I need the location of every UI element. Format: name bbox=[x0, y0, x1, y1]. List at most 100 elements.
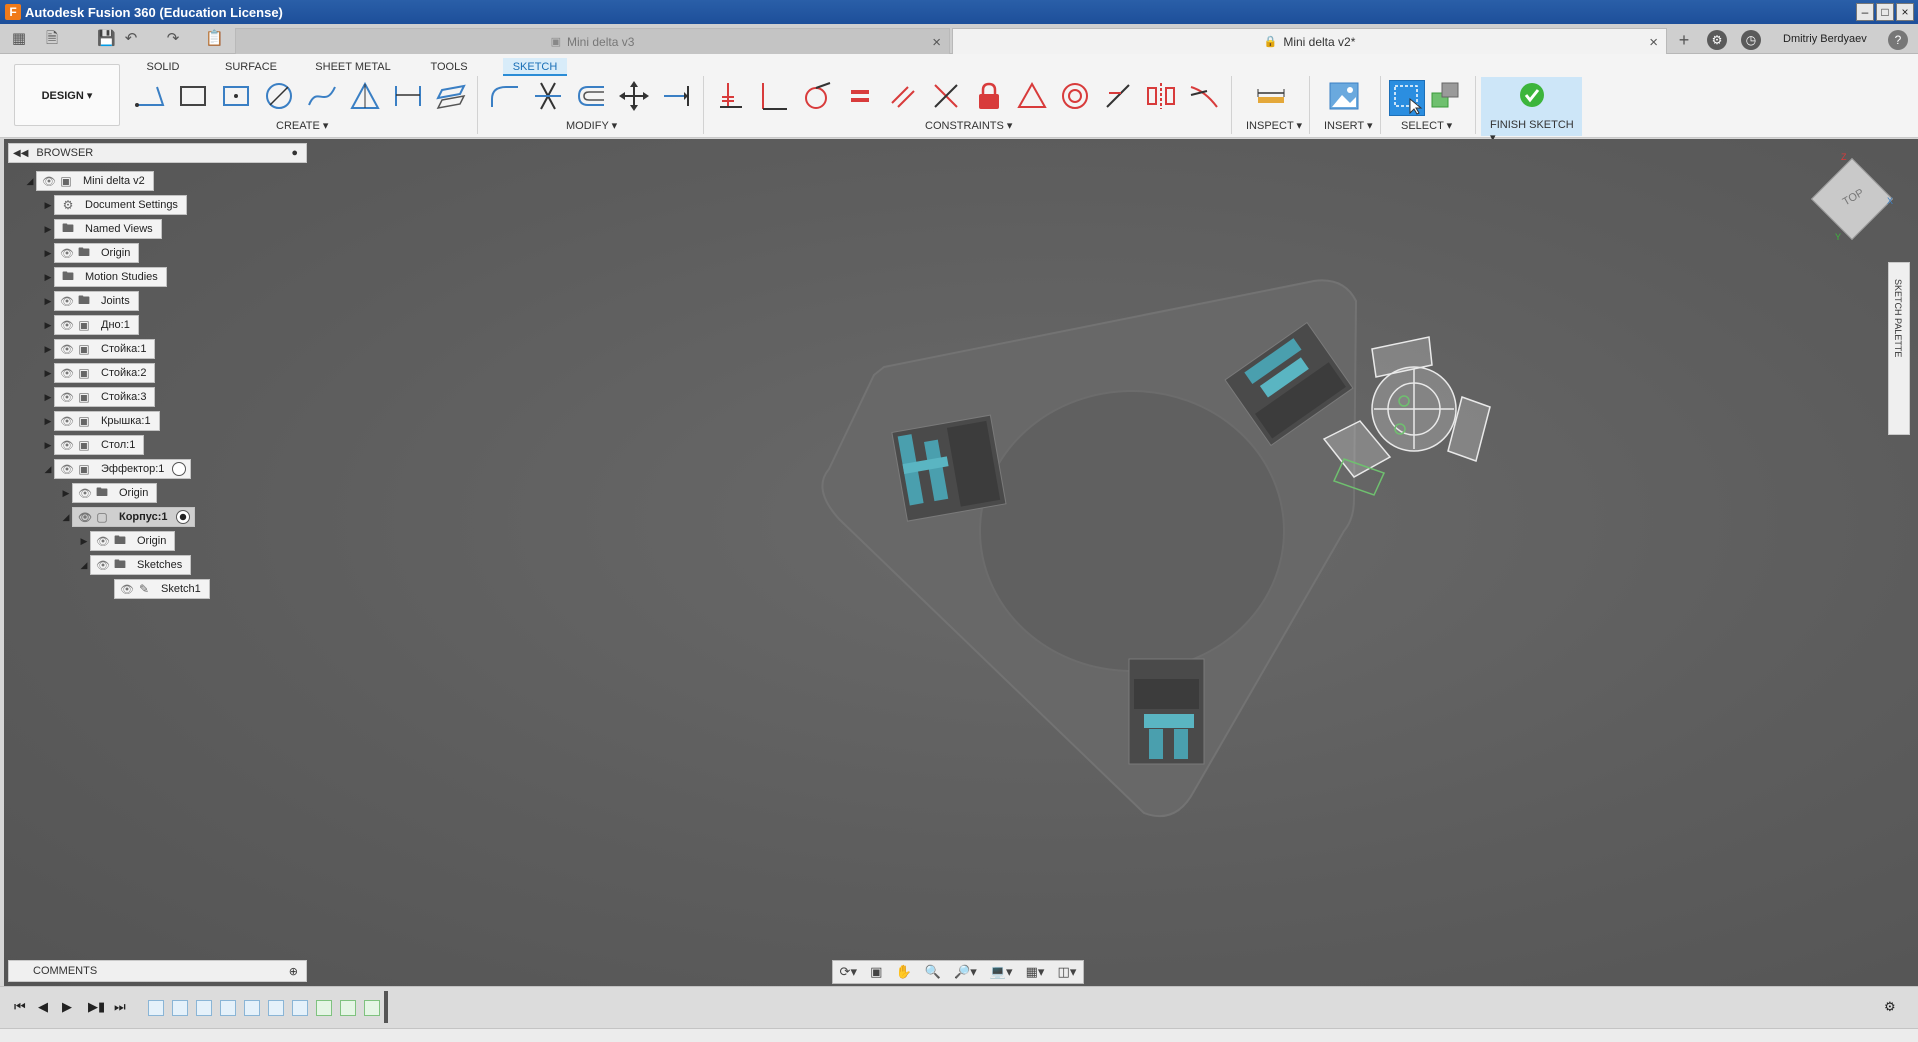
modify-group-label[interactable]: MODIFY ▾ bbox=[566, 119, 617, 132]
eye-icon[interactable]: 👁 bbox=[119, 583, 135, 596]
grid-settings-icon[interactable]: ▦▾ bbox=[1026, 964, 1045, 980]
tree-node-stoyka-1[interactable]: ▶ 👁 ▣ Стойка:1 bbox=[42, 339, 156, 359]
sketch-palette-tab[interactable]: SKETCH PALETTE bbox=[1888, 262, 1910, 435]
tree-node-kryshka[interactable]: ▶ 👁 ▣ Крышка:1 bbox=[42, 411, 160, 431]
curvature-icon[interactable] bbox=[1188, 81, 1220, 111]
step-back-icon[interactable]: ◀ bbox=[38, 999, 48, 1015]
tree-node-korpus[interactable]: ◢ 👁 ▢ Корпус:1 bbox=[60, 507, 195, 527]
move-icon[interactable] bbox=[618, 81, 650, 111]
symmetry-icon[interactable] bbox=[1145, 81, 1177, 111]
close-tab-icon[interactable]: × bbox=[1649, 34, 1658, 51]
fix-lock-icon[interactable] bbox=[973, 81, 1005, 111]
user-name[interactable]: Dmitriy Berdyaev bbox=[1783, 33, 1867, 45]
circle-icon[interactable] bbox=[263, 81, 295, 111]
insert-group-label[interactable]: INSERT ▾ bbox=[1324, 119, 1373, 132]
tree-node-effektor-origin[interactable]: ▶ 👁 🖿 Origin bbox=[60, 483, 158, 503]
measure-icon[interactable] bbox=[1255, 81, 1287, 111]
tab-sketch[interactable]: SKETCH bbox=[503, 58, 567, 76]
eye-icon[interactable]: 👁 bbox=[59, 247, 75, 260]
project-icon[interactable] bbox=[435, 81, 467, 111]
tab-tools[interactable]: TOOLS bbox=[427, 58, 471, 76]
close-tab-icon[interactable]: × bbox=[932, 34, 941, 51]
expand-arrow-icon[interactable]: ▶ bbox=[60, 487, 72, 499]
eye-icon[interactable]: 👁 bbox=[59, 463, 75, 476]
canvas-viewport[interactable] bbox=[4, 139, 1918, 987]
tab-sheet-metal[interactable]: SHEET METAL bbox=[314, 58, 392, 76]
collapse-arrow-icon[interactable]: ◢ bbox=[78, 559, 90, 571]
polygon-icon[interactable] bbox=[349, 81, 381, 111]
tree-node-sketches[interactable]: ◢ 👁 🖿 Sketches bbox=[78, 555, 192, 575]
rectangle-icon[interactable] bbox=[177, 81, 209, 111]
timeline-feature[interactable] bbox=[196, 1000, 212, 1016]
display-settings-icon[interactable]: 💻▾ bbox=[990, 964, 1013, 980]
add-comment-icon[interactable]: ⊕ bbox=[289, 965, 298, 978]
expand-arrow-icon[interactable]: ▶ bbox=[42, 271, 54, 283]
redo-icon[interactable]: ↷ bbox=[164, 30, 182, 48]
collapse-panel-icon[interactable]: ◀◀ bbox=[13, 148, 28, 159]
expand-arrow-icon[interactable]: ▶ bbox=[42, 343, 54, 355]
fillet-icon[interactable] bbox=[489, 81, 521, 111]
eye-icon[interactable]: 👁 bbox=[59, 415, 75, 428]
eye-icon[interactable]: 👁 bbox=[59, 367, 75, 380]
collinear-icon[interactable] bbox=[758, 81, 790, 111]
job-status-icon[interactable]: 📋 bbox=[205, 30, 224, 48]
concentric-icon[interactable] bbox=[1059, 81, 1091, 111]
tree-node-sketch1[interactable]: 👁 ✎ Sketch1 bbox=[114, 579, 210, 599]
eye-icon[interactable]: 👁 bbox=[95, 559, 111, 572]
tree-node-mini-delta-v2[interactable]: ◢ 👁 ▣ Mini delta v2 bbox=[24, 171, 154, 191]
go-to-start-icon[interactable]: ⏮ bbox=[14, 999, 26, 1015]
viewports-icon[interactable]: ◫▾ bbox=[1058, 964, 1077, 980]
eye-icon[interactable]: 👁 bbox=[59, 319, 75, 332]
coincident-icon[interactable] bbox=[715, 81, 747, 111]
collapse-arrow-icon[interactable]: ◢ bbox=[24, 175, 36, 187]
expand-arrow-icon[interactable]: ▶ bbox=[42, 439, 54, 451]
horizontal-vertical-icon[interactable] bbox=[1102, 81, 1134, 111]
comments-panel-header[interactable]: COMMENTS ⊕ bbox=[8, 960, 307, 982]
play-icon[interactable]: ▶ bbox=[62, 999, 72, 1015]
timeline-feature[interactable] bbox=[244, 1000, 260, 1016]
step-forward-icon[interactable]: ▶▮ bbox=[88, 999, 105, 1015]
expand-arrow-icon[interactable]: ▶ bbox=[42, 223, 54, 235]
dimension-icon[interactable] bbox=[392, 81, 424, 111]
notifications-icon[interactable]: ◷ bbox=[1741, 30, 1761, 50]
expand-arrow-icon[interactable]: ▶ bbox=[42, 199, 54, 211]
equal-icon[interactable] bbox=[844, 81, 876, 111]
timeline-feature[interactable] bbox=[220, 1000, 236, 1016]
maximize-button[interactable]: □ bbox=[1876, 3, 1894, 21]
activate-radio-icon[interactable] bbox=[172, 462, 187, 476]
save-icon[interactable]: 💾 bbox=[97, 30, 116, 48]
expand-arrow-icon[interactable]: ▶ bbox=[42, 415, 54, 427]
midpoint-icon[interactable] bbox=[1016, 81, 1048, 111]
minimize-button[interactable]: – bbox=[1856, 3, 1874, 21]
eye-icon[interactable]: 👁 bbox=[59, 295, 75, 308]
extend-icon[interactable] bbox=[661, 81, 693, 111]
go-to-end-icon[interactable]: ⏭ bbox=[114, 999, 126, 1015]
expand-arrow-icon[interactable]: ▶ bbox=[42, 247, 54, 259]
create-group-label[interactable]: CREATE ▾ bbox=[276, 119, 328, 132]
browser-panel-header[interactable]: ◀◀ BROWSER ● bbox=[8, 143, 307, 163]
timeline-joint[interactable] bbox=[340, 1000, 356, 1016]
inspect-group-label[interactable]: INSPECT ▾ bbox=[1246, 119, 1302, 132]
spline-icon[interactable] bbox=[306, 81, 338, 111]
constraints-group-label[interactable]: CONSTRAINTS ▾ bbox=[925, 119, 1012, 132]
eye-icon[interactable]: 👁 bbox=[59, 343, 75, 356]
collapse-arrow-icon[interactable]: ◢ bbox=[60, 511, 72, 523]
timeline-feature[interactable] bbox=[148, 1000, 164, 1016]
eye-icon[interactable]: 👁 bbox=[95, 535, 111, 548]
workspace-dropdown[interactable]: DESIGN ▾ bbox=[14, 64, 120, 126]
expand-arrow-icon[interactable]: ▶ bbox=[42, 391, 54, 403]
eye-icon[interactable]: 👁 bbox=[41, 175, 57, 188]
timeline-joint[interactable] bbox=[364, 1000, 380, 1016]
pan-icon[interactable]: ✋ bbox=[895, 964, 911, 980]
window-select-button[interactable] bbox=[1389, 80, 1425, 116]
expand-arrow-icon[interactable]: ▶ bbox=[42, 319, 54, 331]
line-icon[interactable] bbox=[134, 81, 166, 111]
eye-icon[interactable]: 👁 bbox=[59, 439, 75, 452]
tree-node-named-views[interactable]: ▶ 🖿 Named Views bbox=[42, 219, 162, 239]
timeline-settings-icon[interactable]: ⚙ bbox=[1884, 999, 1896, 1015]
tree-node-dno[interactable]: ▶ 👁 ▣ Дно:1 bbox=[42, 315, 139, 335]
perpendicular-icon[interactable] bbox=[930, 81, 962, 111]
tree-node-stol[interactable]: ▶ 👁 ▣ Стол:1 bbox=[42, 435, 145, 455]
expand-arrow-icon[interactable]: ▶ bbox=[42, 367, 54, 379]
eye-icon[interactable]: 👁 bbox=[59, 391, 75, 404]
